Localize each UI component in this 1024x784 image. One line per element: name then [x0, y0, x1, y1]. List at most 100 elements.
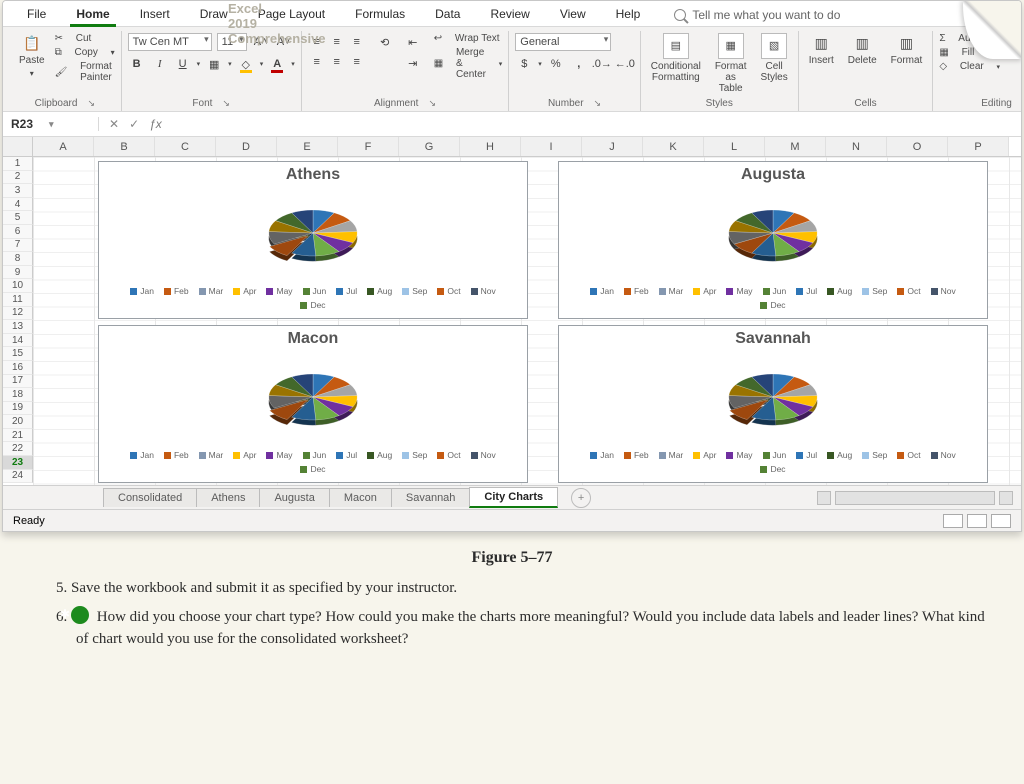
- column-header[interactable]: M: [765, 137, 826, 156]
- column-header[interactable]: K: [643, 137, 704, 156]
- row-header[interactable]: 20: [3, 415, 33, 429]
- horizontal-scrollbar[interactable]: [835, 491, 995, 505]
- chart-panel[interactable]: MaconJanFebMarAprMayJunJulAugSepOctNovDe…: [98, 325, 528, 483]
- row-header[interactable]: 11: [3, 293, 33, 307]
- align-right-icon[interactable]: ≡: [348, 53, 366, 71]
- column-header[interactable]: N: [826, 137, 887, 156]
- sheet-tab[interactable]: City Charts: [469, 487, 558, 508]
- column-header[interactable]: B: [94, 137, 155, 156]
- scroll-left-icon[interactable]: [817, 491, 831, 505]
- align-left-icon[interactable]: ≡: [308, 53, 326, 71]
- font-name-combo[interactable]: Tw Cen MT: [128, 33, 212, 51]
- sheet-tab[interactable]: Macon: [329, 488, 392, 507]
- format-painter-button[interactable]: 🖌 Format Painter: [55, 61, 115, 83]
- column-header[interactable]: H: [460, 137, 521, 156]
- delete-cells-button[interactable]: ▥Delete: [844, 33, 881, 66]
- row-header[interactable]: 1: [3, 157, 33, 171]
- row-header[interactable]: 16: [3, 361, 33, 375]
- row-header[interactable]: 13: [3, 320, 33, 334]
- grow-font-icon[interactable]: A˄: [252, 33, 270, 51]
- wrap-text-button[interactable]: ↩ Wrap Text: [434, 33, 503, 44]
- row-header[interactable]: 14: [3, 334, 33, 348]
- page-layout-view-icon[interactable]: [967, 514, 987, 528]
- scroll-right-icon[interactable]: [999, 491, 1013, 505]
- row-header[interactable]: 2: [3, 171, 33, 185]
- name-box[interactable]: R23▾: [3, 117, 99, 131]
- row-header[interactable]: 22: [3, 442, 33, 456]
- row-header[interactable]: 19: [3, 402, 33, 416]
- sheet-tab[interactable]: Consolidated: [103, 488, 197, 507]
- column-header[interactable]: P: [948, 137, 1009, 156]
- tab-view[interactable]: View: [546, 3, 600, 26]
- clear-button[interactable]: ◇ Clear ▾: [939, 61, 1015, 72]
- font-color-icon[interactable]: A: [268, 55, 286, 73]
- increase-indent-icon[interactable]: ⇥: [404, 54, 422, 72]
- select-all-corner[interactable]: [3, 137, 33, 156]
- align-top-icon[interactable]: ≡: [308, 33, 326, 51]
- row-header[interactable]: 21: [3, 429, 33, 443]
- column-header[interactable]: I: [521, 137, 582, 156]
- tab-draw[interactable]: Draw: [186, 3, 242, 26]
- column-header[interactable]: G: [399, 137, 460, 156]
- conditional-formatting-button[interactable]: ▤Conditional Formatting: [647, 33, 705, 83]
- row-header[interactable]: 24: [3, 470, 33, 484]
- tell-me-search[interactable]: Tell me what you want to do: [674, 8, 840, 22]
- cancel-formula-icon[interactable]: ✕: [109, 117, 119, 131]
- percent-format-icon[interactable]: %: [547, 55, 565, 73]
- tab-data[interactable]: Data: [421, 3, 474, 26]
- row-header[interactable]: 6: [3, 225, 33, 239]
- sheet-tab[interactable]: Savannah: [391, 488, 471, 507]
- column-header[interactable]: J: [582, 137, 643, 156]
- tab-page-layout[interactable]: Page Layout: [244, 3, 339, 26]
- column-header[interactable]: L: [704, 137, 765, 156]
- insert-cells-button[interactable]: ▥Insert: [805, 33, 838, 66]
- fill-color-icon[interactable]: ◇: [237, 55, 255, 73]
- align-center-icon[interactable]: ≡: [328, 53, 346, 71]
- decrease-decimal-icon[interactable]: ←.0: [616, 55, 634, 73]
- number-format-combo[interactable]: General: [515, 33, 611, 51]
- dialog-launcher-icon[interactable]: ↘: [428, 98, 436, 109]
- fx-icon[interactable]: ƒx: [149, 117, 162, 131]
- page-break-view-icon[interactable]: [991, 514, 1011, 528]
- tab-insert[interactable]: Insert: [126, 3, 184, 26]
- column-header[interactable]: C: [155, 137, 216, 156]
- decrease-indent-icon[interactable]: ⇤: [404, 33, 422, 51]
- chart-panel[interactable]: AthensJanFebMarAprMayJunJulAugSepOctNovD…: [98, 161, 528, 319]
- chart-panel[interactable]: SavannahJanFebMarAprMayJunJulAugSepOctNo…: [558, 325, 988, 483]
- row-header[interactable]: 4: [3, 198, 33, 212]
- new-sheet-button[interactable]: +: [571, 488, 591, 508]
- row-header[interactable]: 15: [3, 347, 33, 361]
- bold-button[interactable]: B: [128, 55, 146, 73]
- row-header[interactable]: 5: [3, 211, 33, 225]
- borders-icon[interactable]: ▦: [205, 55, 223, 73]
- accounting-format-icon[interactable]: $: [515, 55, 533, 73]
- format-as-table-button[interactable]: ▦Format as Table: [711, 33, 751, 94]
- tab-file[interactable]: File: [13, 3, 60, 26]
- row-header[interactable]: 9: [3, 266, 33, 280]
- row-header[interactable]: 7: [3, 239, 33, 253]
- paste-button[interactable]: 📋 Paste ▾: [15, 33, 49, 79]
- merge-center-button[interactable]: ▦ Merge & Center ▾: [434, 47, 503, 80]
- font-size-combo[interactable]: 11: [217, 33, 247, 51]
- tab-review[interactable]: Review: [476, 3, 543, 26]
- column-header[interactable]: A: [33, 137, 94, 156]
- sheet-tab[interactable]: Athens: [196, 488, 260, 507]
- sheet-tab[interactable]: Augusta: [259, 488, 329, 507]
- row-header[interactable]: 23: [3, 456, 33, 470]
- tab-formulas[interactable]: Formulas: [341, 3, 419, 26]
- dialog-launcher-icon[interactable]: ↘: [87, 98, 95, 109]
- cell-styles-button[interactable]: ▧Cell Styles: [757, 33, 792, 83]
- row-header[interactable]: 3: [3, 184, 33, 198]
- column-header[interactable]: E: [277, 137, 338, 156]
- column-header[interactable]: F: [338, 137, 399, 156]
- row-header[interactable]: 10: [3, 279, 33, 293]
- column-header[interactable]: D: [216, 137, 277, 156]
- row-header[interactable]: 18: [3, 388, 33, 402]
- normal-view-icon[interactable]: [943, 514, 963, 528]
- orientation-icon[interactable]: ⟲: [376, 33, 394, 51]
- row-header[interactable]: 17: [3, 375, 33, 389]
- increase-decimal-icon[interactable]: .0→: [593, 55, 611, 73]
- cut-button[interactable]: ✂ Cut: [55, 33, 115, 44]
- chart-panel[interactable]: AugustaJanFebMarAprMayJunJulAugSepOctNov…: [558, 161, 988, 319]
- format-cells-button[interactable]: ▥Format: [887, 33, 927, 66]
